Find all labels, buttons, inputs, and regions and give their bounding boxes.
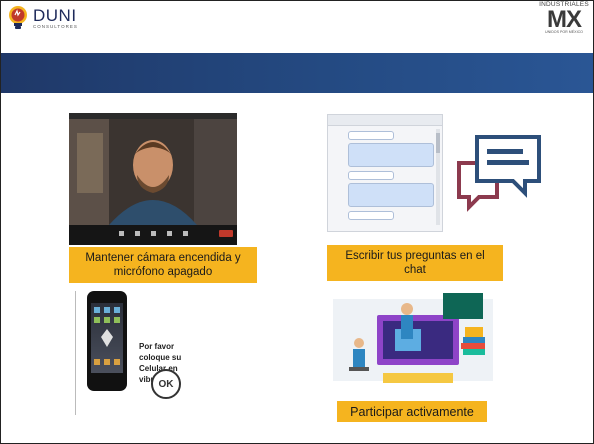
duni-subtitle: CONSULTORES bbox=[33, 23, 78, 29]
chat-scrollbar bbox=[436, 129, 440, 225]
duni-name: DUNI bbox=[33, 5, 77, 25]
chat-caption-line1: Escribir tus preguntas en el bbox=[345, 250, 485, 262]
industriales-mx-logo: INDUSTRIALES MX UNIDOS POR MÉXICO bbox=[539, 1, 589, 42]
phone-message-line1: Por favor coloque su bbox=[139, 342, 182, 362]
header: DUNI CONSULTORES INDUSTRIALES MX UNIDOS … bbox=[1, 1, 593, 45]
chat-titlebar bbox=[328, 115, 442, 126]
camera-caption-line2: micrófono apagado bbox=[113, 266, 213, 278]
chat-bubble bbox=[348, 131, 394, 140]
slide: DUNI CONSULTORES INDUSTRIALES MX UNIDOS … bbox=[0, 0, 594, 444]
smartphone-icon bbox=[87, 291, 127, 391]
ok-hand-icon: OK bbox=[151, 369, 181, 399]
chat-bubble bbox=[348, 183, 434, 207]
participate-illustration bbox=[313, 289, 503, 401]
chat-bubble bbox=[348, 143, 434, 167]
chat-caption-line2: chat bbox=[404, 264, 426, 276]
speech-bubbles-icon bbox=[457, 135, 541, 212]
video-call-photo bbox=[69, 113, 237, 245]
logo-bottom-text: UNIDOS POR MÉXICO bbox=[545, 30, 583, 35]
title-band bbox=[1, 53, 593, 93]
camera-caption: Mantener cámara encendida y micrófono ap… bbox=[69, 247, 257, 283]
duni-logo: DUNI CONSULTORES bbox=[7, 5, 78, 31]
chat-bubble bbox=[348, 211, 394, 220]
phone-notice: Por favor coloque su Celular en vibrador… bbox=[75, 291, 203, 415]
chat-caption: Escribir tus preguntas en el chat bbox=[327, 245, 503, 281]
camera-caption-line1: Mantener cámara encendida y bbox=[85, 252, 241, 264]
logo-main-text: MX bbox=[547, 5, 582, 33]
chat-window bbox=[327, 114, 443, 232]
participate-caption: Participar activamente bbox=[337, 401, 487, 422]
chat-bubble bbox=[348, 171, 394, 180]
lightbulb-logo-icon bbox=[9, 6, 27, 29]
